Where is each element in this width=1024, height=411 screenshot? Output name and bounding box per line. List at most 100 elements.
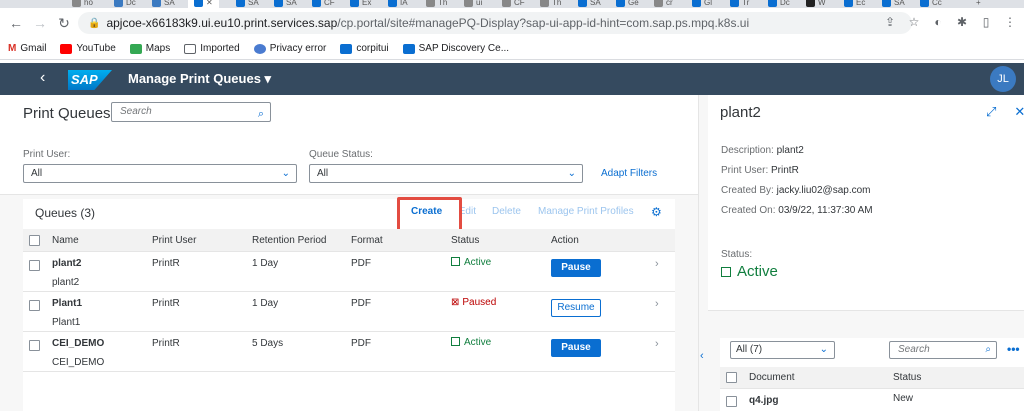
sap-icon [692, 0, 701, 7]
github-icon [464, 0, 473, 7]
print-user-select[interactable]: All ⌄ [23, 164, 297, 183]
column-header-document[interactable]: Document [749, 372, 795, 383]
shell-bar: ‹ SAP Manage Print Queues ▾ JL [0, 63, 1024, 95]
bookmark-corpitui[interactable]: corpitui [340, 43, 389, 54]
browser-tab[interactable]: Th [540, 0, 561, 8]
documents-filter-select[interactable]: All (7) ⌄ [730, 341, 835, 359]
avatar[interactable]: JL [990, 66, 1016, 92]
queue-retention: 1 Day [252, 298, 279, 309]
create-button[interactable]: Create [411, 206, 442, 217]
sidebar-icon[interactable]: ▯ [978, 14, 994, 30]
star-icon[interactable]: ☆ [906, 14, 922, 30]
browser-tab[interactable]: Ec [844, 0, 865, 8]
bookmark-sap-discovery[interactable]: SAP Discovery Ce... [402, 43, 509, 54]
browser-tab[interactable]: Th [426, 0, 447, 8]
pause-button[interactable]: Pause [551, 339, 601, 357]
pause-button[interactable]: Pause [551, 259, 601, 277]
table-row[interactable]: Plant1 Plant1 PrintR 1 Day PDF ⊠ Paused R… [23, 292, 675, 332]
table-row[interactable]: CEI_DEMO CEI_DEMO PrintR 5 Days PDF Acti… [23, 332, 675, 372]
close-icon[interactable]: ✕ [206, 0, 213, 7]
browser-tab[interactable]: Gl [692, 0, 712, 8]
browser-tab[interactable]: Cc [920, 0, 942, 8]
panel-divider[interactable]: ‹ [698, 95, 708, 411]
select-all-checkbox[interactable] [29, 235, 40, 246]
bookmark-privacy-error[interactable]: Privacy error [253, 43, 326, 54]
new-tab-button[interactable]: + [976, 0, 981, 8]
browser-tab[interactable]: Tr [730, 0, 749, 8]
gear-icon[interactable]: ⚙ [651, 205, 665, 219]
browser-tab[interactable]: CF [502, 0, 525, 8]
resume-button[interactable]: Resume [551, 299, 601, 317]
paused-status-icon: ⊠ [451, 297, 460, 308]
column-header-print-user[interactable]: Print User [152, 235, 196, 246]
bookmark-imported[interactable]: Imported [184, 43, 240, 54]
row-checkbox[interactable] [29, 340, 40, 351]
sap-icon [768, 0, 777, 7]
manage-print-profiles-button[interactable]: Manage Print Profiles [538, 206, 634, 217]
youtube-icon [60, 43, 73, 54]
browser-tab[interactable]: SA [236, 0, 259, 8]
browser-tab[interactable]: SA [578, 0, 601, 8]
column-header-name[interactable]: Name [52, 235, 79, 246]
bookmark-youtube[interactable]: YouTube [60, 43, 116, 54]
chevron-right-icon[interactable]: › [655, 258, 659, 270]
browser-tab[interactable]: ui [464, 0, 482, 8]
adapt-filters-button[interactable]: Adapt Filters [601, 168, 657, 179]
browser-tab-active[interactable]: ✕ [188, 0, 219, 8]
browser-tab[interactable]: cr [654, 0, 673, 8]
fullscreen-icon[interactable]: ⤢ [986, 104, 996, 120]
column-header-action[interactable]: Action [551, 235, 579, 246]
browser-tab[interactable]: Dc [768, 0, 790, 8]
row-checkbox[interactable] [726, 396, 737, 407]
forward-arrow-icon[interactable]: → [30, 13, 50, 33]
browser-tab[interactable]: Ge [616, 0, 639, 8]
table-row[interactable]: plant2 plant2 PrintR 1 Day PDF Active Pa… [23, 252, 675, 292]
browser-tab[interactable]: ho [72, 0, 93, 8]
column-header-retention[interactable]: Retention Period [252, 235, 327, 246]
search-input[interactable]: Search ⌕ [111, 102, 271, 122]
browser-tab[interactable]: Dc [114, 0, 136, 8]
browser-tab-strip: ho Dc SA ✕ SA SA CF Ex IA Th ui CF Th SA… [0, 0, 1024, 8]
browser-tab[interactable]: SA [882, 0, 905, 8]
menu-icon[interactable]: ⋮ [1002, 14, 1018, 30]
delete-button[interactable]: Delete [492, 206, 521, 217]
extension-icon[interactable]: ◐ [930, 14, 946, 30]
share-icon[interactable]: ⇪ [882, 14, 898, 30]
chevron-right-icon[interactable]: › [655, 298, 659, 310]
document-name: q4.jpg [749, 395, 779, 406]
column-header-status[interactable]: Status [893, 372, 921, 383]
chevron-left-icon[interactable]: ‹ [700, 350, 704, 362]
row-checkbox[interactable] [29, 260, 40, 271]
column-header-format[interactable]: Format [351, 235, 383, 246]
back-arrow-icon[interactable]: ← [6, 13, 26, 33]
sap-logo[interactable]: SAP [68, 70, 112, 90]
browser-tab[interactable]: SA [274, 0, 297, 8]
queue-status-select[interactable]: All ⌄ [309, 164, 583, 183]
url-field[interactable]: 🔒 apjcoe-x66183k9.ui.eu10.print.services… [78, 12, 912, 34]
active-status-icon [721, 267, 731, 277]
browser-tab[interactable]: W [806, 0, 826, 8]
column-header-status[interactable]: Status [451, 235, 479, 246]
search-icon[interactable]: ⌕ [258, 105, 264, 123]
select-all-checkbox[interactable] [726, 372, 737, 383]
puzzle-icon[interactable]: ✱ [954, 14, 970, 30]
browser-tab[interactable]: SA [152, 0, 175, 8]
app-title-menu[interactable]: Manage Print Queues ▾ [128, 71, 271, 87]
reload-icon[interactable]: ↻ [54, 13, 74, 33]
documents-search-input[interactable]: Search ⌕ [889, 341, 997, 359]
active-status-icon [451, 257, 460, 266]
table-row[interactable]: q4.jpg New [720, 389, 1024, 411]
back-icon[interactable]: ‹ [40, 69, 45, 87]
bookmark-maps[interactable]: Maps [129, 43, 170, 54]
bookmark-gmail[interactable]: M Gmail [8, 43, 46, 54]
github-icon [426, 0, 435, 7]
browser-tab[interactable]: Ex [350, 0, 371, 8]
browser-tab[interactable]: IA [388, 0, 408, 8]
search-icon[interactable]: ⌕ [985, 342, 991, 358]
chevron-right-icon[interactable]: › [655, 338, 659, 350]
edit-button[interactable]: Edit [462, 206, 476, 217]
more-icon[interactable]: ••• [1007, 342, 1020, 356]
browser-tab[interactable]: CF [312, 0, 335, 8]
row-checkbox[interactable] [29, 300, 40, 311]
close-icon[interactable]: ✕ [1014, 104, 1024, 120]
